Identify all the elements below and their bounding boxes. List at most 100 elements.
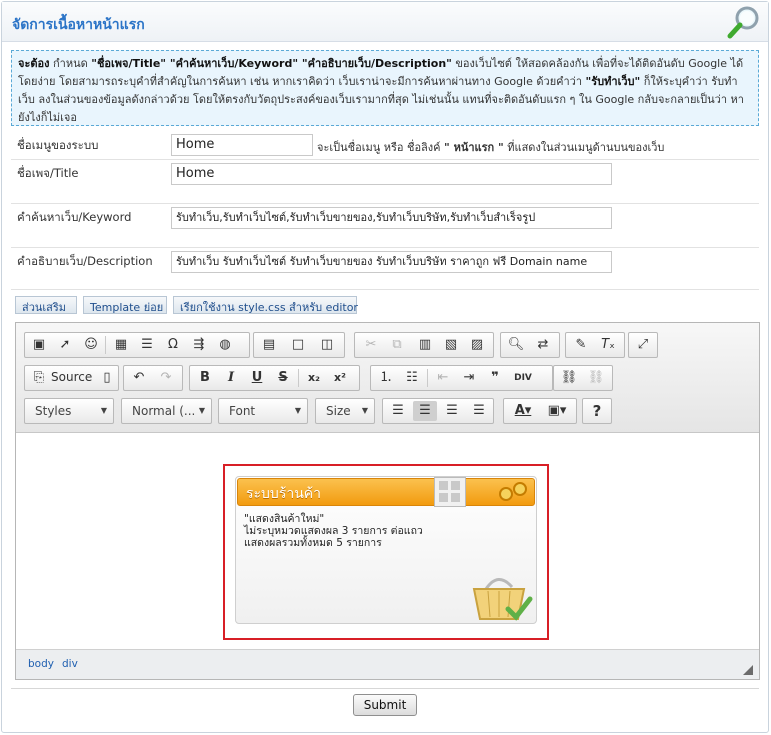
smiley-icon[interactable]: ☺ [79, 335, 103, 355]
menu-name-note-a: จะเป็นชื่อเมนู หรือ ชื่อลิงค์ [317, 141, 445, 154]
gears-icon [494, 481, 532, 506]
remove-format-icon[interactable]: Tₓ [596, 335, 620, 355]
format-combo[interactable]: Normal (... ▼ [121, 398, 212, 424]
tab-sub-template[interactable]: Template ย่อย [83, 296, 167, 314]
menu-name-note: จะเป็นชื่อเมนู หรือ ชื่อลิงค์ " หน้าแรก … [317, 138, 664, 156]
page-title: จัดการเนื้อหาหน้าแรก [12, 17, 145, 33]
new-page-icon[interactable]: □ [286, 335, 310, 355]
flash-icon[interactable]: ➚ [53, 335, 77, 355]
help-group: ? [582, 398, 612, 424]
align-center-icon[interactable]: ☰ [413, 401, 437, 421]
info-text-1: กำหนด [49, 57, 92, 70]
find-icon[interactable]: 🔍︎ [504, 335, 528, 355]
find-group: 🔍︎ ⇄ [500, 332, 560, 358]
size-combo[interactable]: Size ▼ [315, 398, 375, 424]
outdent-icon[interactable]: ⇤ [431, 368, 455, 388]
editor-content[interactable]: ระบบร้านค้า "แสดงสินค้าใหม่" ไม่ระบุหมวด… [16, 434, 759, 649]
superscript-icon[interactable]: x² [328, 368, 352, 388]
keyword-label: คำค้นหาเว็บ/Keyword [17, 210, 132, 224]
iframe-globe-icon[interactable]: ◍ [213, 335, 237, 355]
font-combo[interactable]: Font ▼ [218, 398, 308, 424]
special-char-icon[interactable]: Ω [161, 335, 185, 355]
title-row: ชื่อเพจ/Title Home [11, 160, 759, 204]
copy-icon[interactable]: ⧉ [385, 335, 409, 355]
align-left-icon[interactable]: ☰ [386, 401, 410, 421]
preview-icon[interactable]: ◫ [315, 335, 339, 355]
unlink-icon[interactable]: ⛓ [584, 368, 608, 388]
shop-widget-description: "แสดงสินค้าใหม่" ไม่ระบุหมวดแสดงผล 3 ราย… [244, 513, 423, 549]
maximize-group: ⤢ [628, 332, 658, 358]
bulleted-list-icon[interactable]: ☷ [400, 368, 424, 388]
tab-editor-style[interactable]: เรียกใช้งาน style.css สำหรับ editor [173, 296, 358, 314]
description-row: คำอธิบายเว็บ/Description รับทำเว็บ รับทำ… [11, 248, 759, 290]
panel-header: จัดการเนื้อหาหน้าแรก [2, 2, 768, 42]
horizontal-rule-icon[interactable]: ☰ [135, 335, 159, 355]
align-justify-icon[interactable]: ☰ [467, 401, 491, 421]
chevron-down-icon: ▼ [198, 406, 205, 415]
menu-name-note-c: ที่แสดงในส่วนเมนูด้านบนของเว็บ [503, 141, 665, 154]
redo-icon[interactable]: ↷ [154, 368, 178, 388]
table-icon[interactable]: ▦ [109, 335, 133, 355]
menu-name-input[interactable]: Home [171, 134, 313, 156]
page-break-icon[interactable]: ⇶ [187, 335, 211, 355]
info-bold-1: "ชื่อเพจ/Title" "คำค้นหาเว็บ/Keyword" "ค… [91, 57, 452, 70]
image-icon[interactable]: ▣ [27, 335, 51, 355]
text-color-icon[interactable]: A▾ [506, 401, 540, 421]
source-button-label[interactable]: Source [51, 370, 92, 384]
source-icon[interactable]: ⎘ [27, 368, 51, 388]
undo-icon[interactable]: ↶ [127, 368, 151, 388]
link-icon[interactable]: ⛓ [557, 368, 581, 388]
editor-status-bar: body div [16, 649, 759, 679]
paste-text-icon[interactable]: ▧ [439, 335, 463, 355]
indent-icon[interactable]: ⇥ [457, 368, 481, 388]
paragraph-group: ⒈ ☷ ⇤ ⇥ ❞ DIV [370, 365, 553, 391]
blockquote-icon[interactable]: ❞ [483, 368, 507, 388]
selected-widget-frame[interactable]: ระบบร้านค้า "แสดงสินค้าใหม่" ไม่ระบุหมวด… [223, 464, 549, 640]
link-group: ⛓ ⛓ [553, 365, 613, 391]
rich-text-editor: ▣ ➚ ☺ ▦ ☰ Ω ⇶ ◍ ▤ □ ◫ ✂ ⧉ ▥ ▧ ▨ 🔍︎ ⇄ ✎ T… [15, 322, 760, 680]
paste-word-icon[interactable]: ▨ [465, 335, 489, 355]
paste-icon[interactable]: ▥ [413, 335, 437, 355]
description-input[interactable]: รับทำเว็บ รับทำเว็บไซต์ รับทำเว็บขายของ … [171, 251, 612, 273]
path-item-body[interactable]: body [28, 658, 54, 670]
italic-icon[interactable]: I [219, 368, 243, 388]
styles-combo[interactable]: Styles ▼ [24, 398, 114, 424]
underline-icon[interactable]: U [245, 368, 269, 388]
subscript-icon[interactable]: x₂ [302, 368, 326, 388]
shop-widget-line-1: "แสดงสินค้าใหม่" [244, 513, 325, 525]
styles-combo-label: Styles [35, 404, 72, 418]
clipboard-group: ✂ ⧉ ▥ ▧ ▨ [354, 332, 494, 358]
bold-icon[interactable]: B [193, 368, 217, 388]
align-right-icon[interactable]: ☰ [440, 401, 464, 421]
replace-icon[interactable]: ⇄ [531, 335, 555, 355]
numbered-list-icon[interactable]: ⒈ [374, 368, 398, 388]
path-item-div[interactable]: div [62, 658, 78, 670]
info-bold-2: "รับทำเว็บ" [585, 75, 641, 88]
menu-name-row: ชื่อเมนูของระบบ Home จะเป็นชื่อเมนู หรือ… [11, 132, 759, 160]
cut-icon[interactable]: ✂ [359, 335, 383, 355]
source-group: ⎘ Source ▯ [24, 365, 119, 391]
chevron-down-icon: ▼ [294, 406, 301, 415]
save-icon[interactable]: ▤ [257, 335, 281, 355]
title-input[interactable]: Home [171, 163, 612, 185]
background-color-icon[interactable]: ▣▾ [540, 401, 574, 421]
submit-button[interactable]: Submit [353, 694, 417, 716]
format-combo-label: Normal (... [132, 404, 196, 418]
seo-info-box: จะต้อง กำหนด "ชื่อเพจ/Title" "คำค้นหาเว็… [11, 50, 759, 126]
templates-icon[interactable]: ▯ [95, 368, 119, 388]
maximize-icon[interactable]: ⤢ [631, 335, 655, 355]
resize-handle[interactable] [743, 665, 753, 675]
spellcheck-icon[interactable]: ✎ [569, 335, 593, 355]
keyword-input[interactable]: รับทำเว็บ,รับทำเว็บไซต์,รับทำเว็บขายของ,… [171, 207, 612, 229]
menu-name-note-b: " หน้าแรก " [444, 141, 504, 154]
shop-widget-header: ระบบร้านค้า [237, 477, 535, 507]
info-lead: จะต้อง [18, 57, 50, 70]
shop-widget-title: ระบบร้านค้า [246, 486, 321, 502]
tab-addons[interactable]: ส่วนเสริม [15, 296, 77, 314]
help-icon[interactable]: ? [585, 401, 609, 421]
shop-widget: ระบบร้านค้า "แสดงสินค้าใหม่" ไม่ระบุหมวด… [235, 476, 537, 624]
strikethrough-icon[interactable]: S [271, 368, 295, 388]
color-group: A▾ ▣▾ [503, 398, 577, 424]
create-div-icon[interactable]: DIV [511, 368, 535, 388]
font-combo-label: Font [229, 404, 256, 418]
